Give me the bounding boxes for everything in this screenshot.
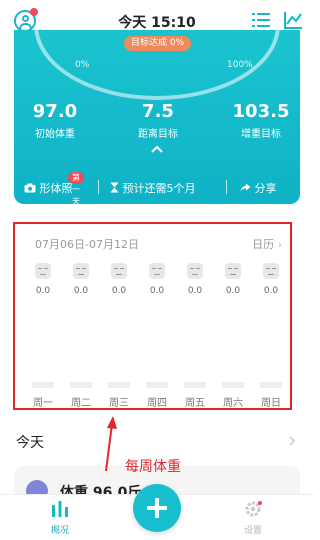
day-bar [32,382,54,388]
stat-distance-to-goal: 7.5 距离目标 [118,101,198,141]
stat-label: 距离目标 [138,129,178,140]
day-column[interactable]: 0.0 周日 [256,260,286,410]
stat-label: 初始体重 [35,129,75,140]
stat-value: 103.5 [232,101,290,122]
day-value: 0.0 [111,286,127,296]
neutral-face-icon [187,263,203,279]
week-range: 07月06日-07月12日 [35,238,139,251]
share-button[interactable]: 分享 [240,180,277,196]
calendar-link[interactable]: 日历 › [252,236,282,252]
neutral-face-icon [263,263,279,279]
day-column[interactable]: 0.0 周二 [66,260,96,410]
neutral-face-icon [225,263,241,279]
day-value: 0.0 [225,286,241,296]
app-screen: 今天 15:10 目标达成 0% 0% 100% 97.0 初始体重 7.5 距… [0,0,314,540]
first-day-badge: 第一天 [68,172,84,204]
day-bar [222,382,244,388]
estimate-label: 预计还需5个月 [122,182,196,195]
share-icon [240,183,251,192]
progress-start-label: 0% [75,60,90,70]
overview-bars-icon [52,501,68,517]
day-column[interactable]: 0.0 周五 [180,260,210,410]
share-label: 分享 [254,182,277,195]
expand-chevron-icon[interactable] [150,142,164,156]
day-label: 周五 [185,398,205,409]
weekly-weight-card[interactable]: 07月06日-07月12日 日历 › 0.0 周一 0.0 周二 0.0 周三 … [13,222,292,410]
nav-settings[interactable]: 设置 [233,501,273,536]
estimate-text: 预计还需5个月 [110,180,196,196]
annotation-label: 每周体重 [125,459,181,475]
progress-end-label: 100% [227,60,253,70]
hero-actions: 形体照 第一天 预计还需5个月 分享 [14,172,300,204]
neutral-face-icon [73,263,89,279]
day-value: 0.0 [263,286,279,296]
day-label: 周日 [261,398,281,409]
stat-label: 增重目标 [241,129,281,140]
nav-settings-label: 设置 [243,526,262,536]
divider [98,180,99,194]
day-column[interactable]: 0.0 周三 [104,260,134,410]
stat-initial-weight: 97.0 初始体重 [15,101,95,141]
stat-value: 97.0 [32,101,78,122]
neutral-face-icon [35,263,51,279]
day-bar [260,382,282,388]
neutral-face-icon [149,263,165,279]
day-value: 0.0 [73,286,89,296]
day-column[interactable]: 0.0 周一 [28,260,58,410]
nav-overview-label: 概况 [50,526,69,536]
plus-icon [155,498,159,518]
day-label: 周六 [223,398,243,409]
day-label: 周二 [71,398,91,409]
day-bar [108,382,130,388]
list-icon[interactable] [252,12,270,28]
day-value: 0.0 [187,286,203,296]
body-photo-button[interactable]: 形体照 第一天 [24,172,84,204]
day-label: 周四 [147,398,167,409]
chevron-right-icon[interactable] [288,436,296,446]
week-days: 0.0 周一 0.0 周二 0.0 周三 0.0 周四 0.0 周五 0.0 周… [28,260,288,410]
day-bar [70,382,92,388]
hourglass-icon [110,182,119,193]
nav-overview[interactable]: 概况 [40,501,80,536]
camera-icon [24,183,36,193]
goal-progress-tag: 目标达成 0% [124,36,192,51]
add-record-button[interactable] [133,484,181,532]
annotation-arrow-icon [105,416,117,472]
day-column[interactable]: 0.0 周六 [218,260,248,410]
day-column[interactable]: 0.0 周四 [142,260,172,410]
neutral-face-icon [111,263,127,279]
day-value: 0.0 [35,286,51,296]
today-heading: 今天 [16,435,44,451]
chevron-right-icon: › [277,238,282,251]
calendar-label: 日历 [252,238,275,251]
gear-icon [245,501,262,517]
trend-chart-icon[interactable] [283,10,303,30]
day-label: 周一 [33,398,53,409]
day-value: 0.0 [149,286,165,296]
stat-value: 7.5 [142,101,174,122]
day-bar [184,382,206,388]
progress-card: 目标达成 0% 0% 100% 97.0 初始体重 7.5 距离目标 103.5… [14,30,300,204]
day-bar [146,382,168,388]
stat-gain-goal: 103.5 增重目标 [221,101,300,141]
body-photo-label: 形体照 [39,182,73,195]
day-label: 周三 [109,398,129,409]
divider [226,180,227,194]
